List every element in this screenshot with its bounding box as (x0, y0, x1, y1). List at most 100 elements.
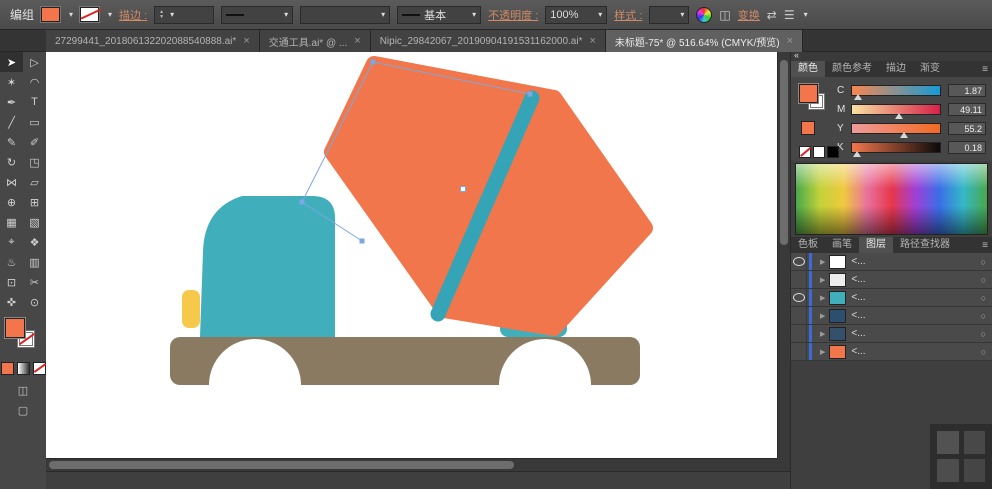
line-tool[interactable]: ╱ (0, 112, 23, 132)
layer-label[interactable]: <... (851, 292, 865, 303)
artboard-tool[interactable]: ⊡ (0, 272, 23, 292)
align-menu-icon[interactable]: ☰ (784, 8, 795, 22)
target-circle-icon[interactable]: ○ (981, 257, 986, 267)
perspective-grid-tool[interactable]: ⊞ (23, 192, 46, 212)
hand-tool[interactable]: ✜ (0, 292, 23, 312)
document-tab-active[interactable]: 未标题-75* @ 516.64% (CMYK/预览) × (606, 30, 803, 52)
stroke-color-swatch[interactable] (80, 7, 99, 22)
selection-tool[interactable]: ➤ (0, 52, 23, 72)
draw-mode-button[interactable]: ◫ (18, 384, 28, 397)
scale-tool[interactable]: ◳ (23, 152, 46, 172)
fill-color-swatch[interactable] (41, 7, 60, 22)
stroke-stepper[interactable]: ▲▼ (159, 10, 164, 20)
stroke-dropdown-arrow[interactable]: ▾ (108, 10, 112, 19)
expand-arrow-icon[interactable]: ▶ (820, 330, 825, 338)
anchor-point[interactable] (528, 92, 533, 97)
opacity-link[interactable]: 不透明度 : (488, 7, 538, 23)
screen-mode-button[interactable]: ▢ (18, 404, 28, 417)
stroke-style-dropdown[interactable]: 基本 ▾ (397, 6, 481, 24)
visibility-eye-icon[interactable] (793, 293, 805, 302)
stroke-weight-field[interactable]: ▲▼ ▾ (154, 6, 214, 24)
pen-tool[interactable]: ✒ (0, 92, 23, 112)
target-circle-icon[interactable]: ○ (981, 275, 986, 285)
cab-light[interactable] (182, 290, 200, 328)
visibility-eye-icon[interactable] (793, 257, 805, 266)
horizontal-scrollbar[interactable] (46, 458, 777, 471)
none-mode-button[interactable] (33, 362, 46, 375)
tab-close-icon[interactable]: × (243, 35, 249, 47)
swap-icon[interactable]: ⇄ (767, 8, 777, 22)
none-swatch[interactable] (799, 146, 811, 158)
layer-thumbnail[interactable] (829, 309, 846, 323)
tab-layers[interactable]: 图层 (859, 237, 893, 253)
layer-row[interactable]: ▶ <... ○ (791, 343, 992, 361)
layer-row[interactable]: ▶ <... ○ (791, 253, 992, 271)
cyan-slider[interactable] (851, 85, 941, 96)
document-setup-icon[interactable]: ◫ (719, 8, 730, 22)
tab-brushes[interactable]: 画笔 (825, 237, 859, 253)
target-circle-icon[interactable]: ○ (981, 293, 986, 303)
yellow-value-field[interactable]: 55.2 (948, 122, 986, 135)
anchor-point-hollow[interactable] (461, 187, 466, 192)
layer-label[interactable]: <... (851, 274, 865, 285)
tab-close-icon[interactable]: × (354, 35, 360, 47)
horizontal-scroll-thumb[interactable] (49, 461, 514, 469)
align-menu-arrow[interactable]: ▾ (804, 10, 808, 19)
layer-label[interactable]: <... (851, 346, 865, 357)
blend-tool[interactable]: ❖ (23, 232, 46, 252)
width-tool[interactable]: ⋈ (0, 172, 23, 192)
layer-row[interactable]: ▶ <... ○ (791, 325, 992, 343)
direct-selection-tool[interactable]: ▷ (23, 52, 46, 72)
layer-row[interactable]: ▶ <... ○ (791, 271, 992, 289)
magenta-slider[interactable] (851, 104, 941, 115)
document-tab-1[interactable]: 27299441_201806132202088540888.ai* × (46, 30, 260, 52)
type-tool[interactable]: T (23, 92, 46, 112)
vertical-scroll-thumb[interactable] (780, 60, 788, 245)
gradient-mode-button[interactable] (17, 362, 30, 375)
black-swatch[interactable] (827, 146, 839, 158)
panel-last-color[interactable] (801, 121, 815, 135)
expand-arrow-icon[interactable]: ▶ (820, 276, 825, 284)
document-tab-3[interactable]: Nipic_29842067_20190904191531162000.ai* … (371, 30, 606, 52)
rectangle-tool[interactable]: ▭ (23, 112, 46, 132)
panel-menu-icon[interactable]: ≡ (982, 64, 988, 75)
magenta-value-field[interactable]: 49.11 (948, 103, 986, 116)
artboard[interactable] (46, 52, 777, 458)
fill-stroke-proxy[interactable] (0, 316, 46, 356)
width-profile-dropdown[interactable]: ▾ (221, 6, 293, 24)
slice-tool[interactable]: ✂ (23, 272, 46, 292)
tab-stroke[interactable]: 描边 (879, 61, 913, 77)
truck-cab[interactable] (200, 196, 335, 337)
target-circle-icon[interactable]: ○ (981, 311, 986, 321)
lasso-tool[interactable]: ◠ (23, 72, 46, 92)
eyedropper-tool[interactable]: ⌖ (0, 232, 23, 252)
cyan-value-field[interactable]: 1.87 (948, 84, 986, 97)
magic-wand-tool[interactable]: ✶ (0, 72, 23, 92)
layer-thumbnail[interactable] (829, 327, 846, 341)
recolor-artwork-icon[interactable] (696, 7, 712, 23)
white-swatch[interactable] (813, 146, 825, 158)
collapse-panels-icon[interactable]: « (794, 50, 799, 60)
layer-thumbnail[interactable] (829, 255, 846, 269)
slider-knob[interactable] (853, 151, 861, 157)
fill-dropdown-arrow[interactable]: ▾ (69, 10, 73, 19)
stroke-link[interactable]: 描边 : (119, 7, 147, 23)
expand-arrow-icon[interactable]: ▶ (820, 312, 825, 320)
zoom-tool[interactable]: ⊙ (23, 292, 46, 312)
color-spectrum[interactable] (795, 163, 988, 235)
rotate-tool[interactable]: ↻ (0, 152, 23, 172)
free-transform-tool[interactable]: ▱ (23, 172, 46, 192)
shape-builder-tool[interactable]: ⊕ (0, 192, 23, 212)
style-link[interactable]: 样式 : (614, 7, 642, 23)
black-slider[interactable] (851, 142, 941, 153)
symbol-sprayer-tool[interactable]: ♨ (0, 252, 23, 272)
pencil-tool[interactable]: ✐ (23, 132, 46, 152)
slider-knob[interactable] (895, 113, 903, 119)
anchor-point[interactable] (360, 239, 365, 244)
layer-row[interactable]: ▶ <... ○ (791, 307, 992, 325)
anchor-point[interactable] (300, 200, 305, 205)
stroke-weight-arrow[interactable]: ▾ (170, 10, 174, 19)
mesh-tool[interactable]: ▦ (0, 212, 23, 232)
anchor-point[interactable] (371, 60, 376, 65)
fill-proxy-swatch[interactable] (5, 318, 25, 338)
